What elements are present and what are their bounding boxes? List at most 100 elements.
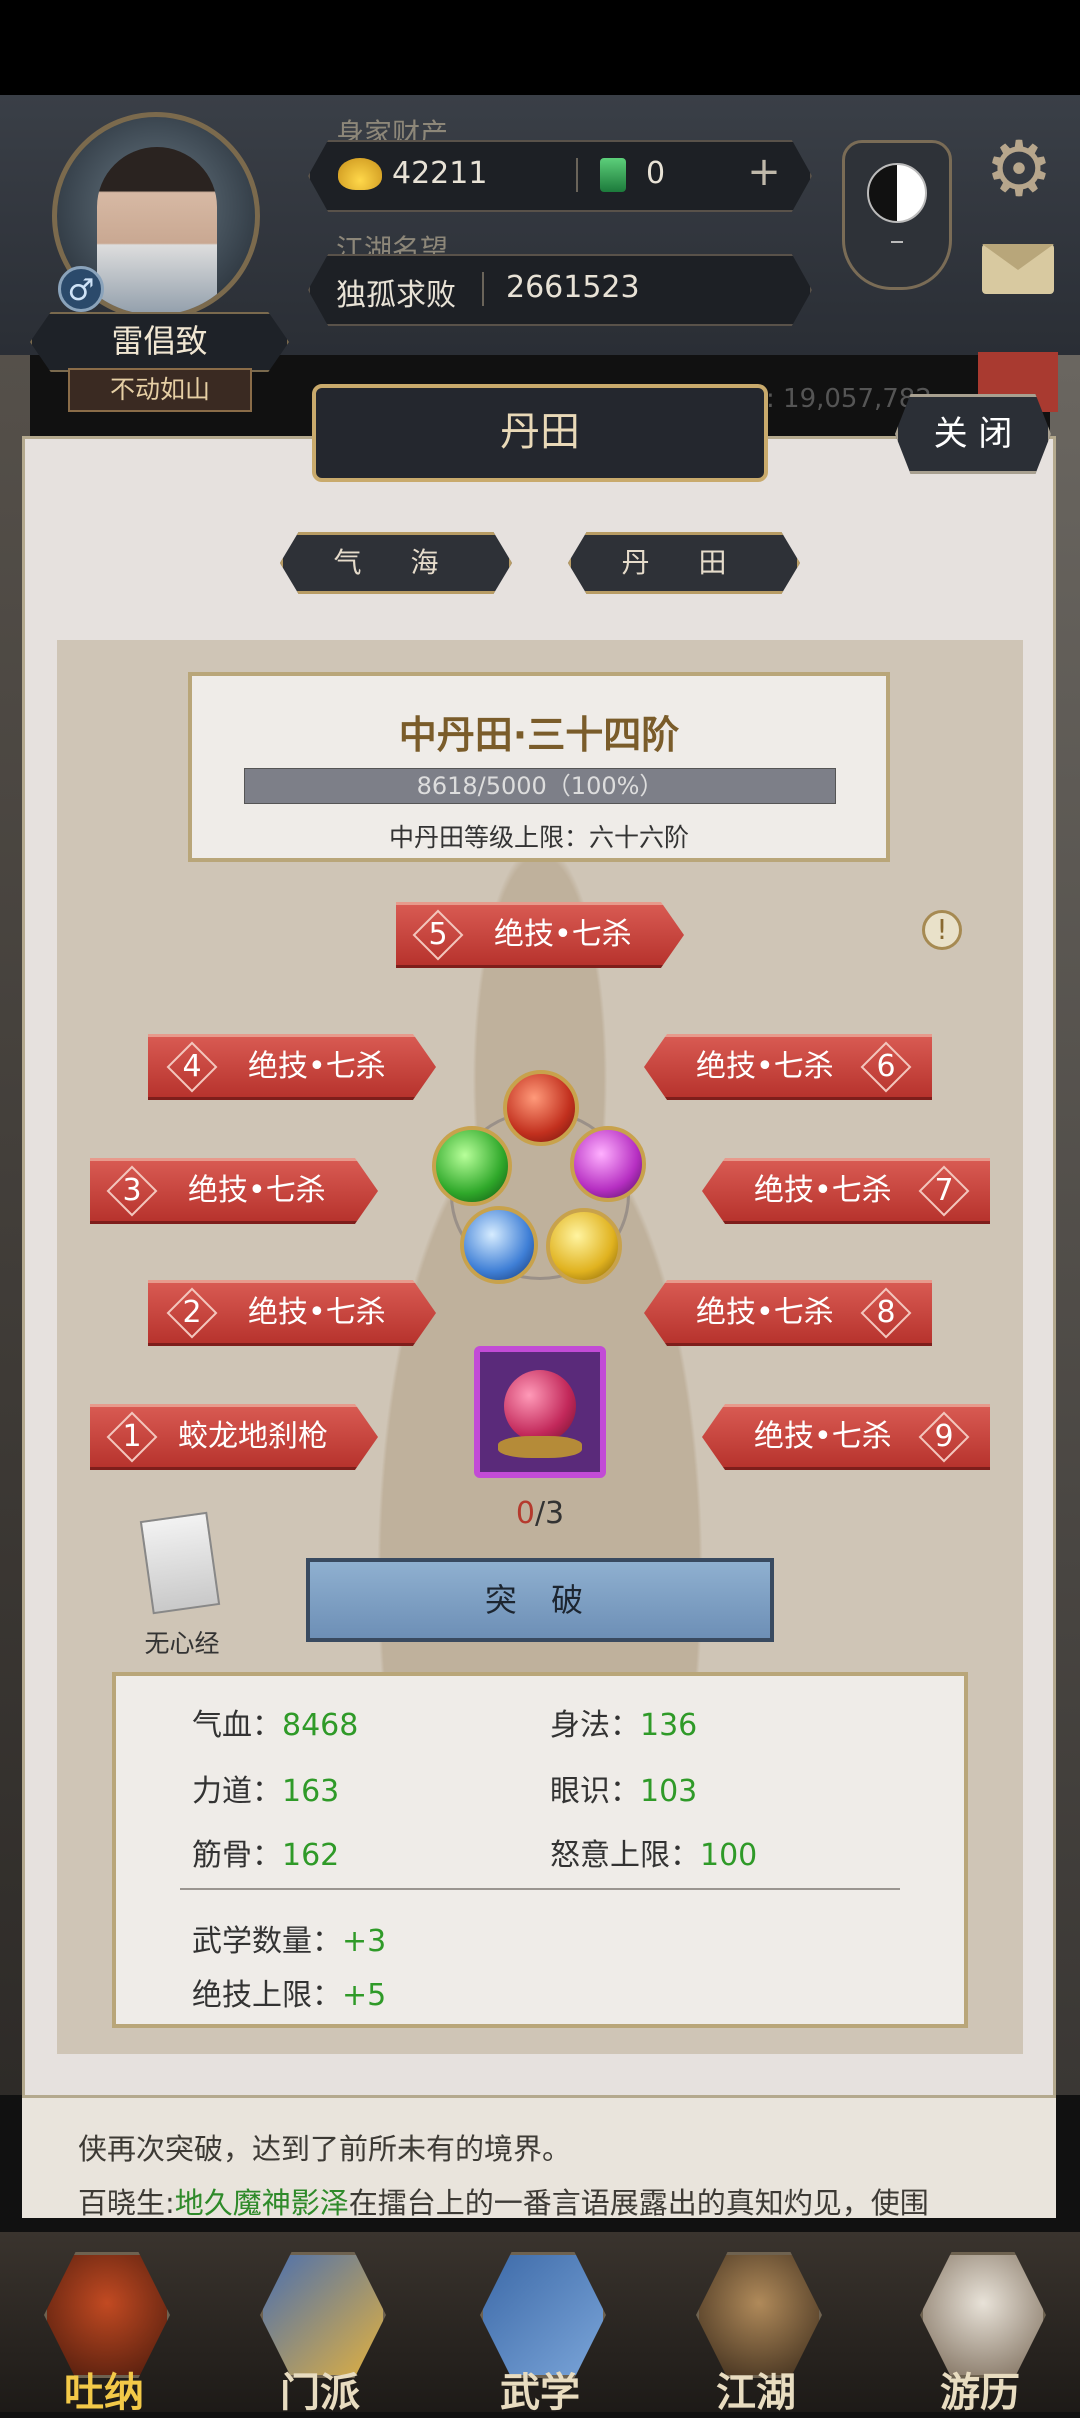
nav-menpai[interactable]: 门派: [240, 2252, 400, 2416]
nav-jianghu[interactable]: 江湖: [676, 2252, 836, 2416]
skill-name: 绝技•七杀: [754, 1419, 892, 1454]
scripture-label: 无心经: [144, 1629, 220, 1658]
pill-count-total: /3: [534, 1496, 565, 1531]
purple-gem-icon[interactable]: [570, 1126, 646, 1202]
water-gem-icon[interactable]: [460, 1206, 538, 1284]
warning-icon[interactable]: !: [922, 910, 962, 950]
stat-label: 身法：: [550, 1708, 640, 1743]
stat-nuyi: 怒意上限：100: [550, 1830, 757, 1874]
stat-label: 绝技上限：: [192, 1978, 342, 2013]
book-cover: [139, 1511, 221, 1615]
breakthrough-pill-slot[interactable]: [474, 1346, 606, 1478]
reputation-value: 2661523: [506, 270, 640, 305]
gold-ingot-icon: [338, 158, 382, 190]
pill-counter: 0/3: [470, 1496, 610, 1531]
log-text: 在擂台上的一番言语展露出的真知灼见，使围: [348, 2186, 929, 2220]
level-title: 中丹田·三十四阶: [398, 713, 680, 757]
stat-qixue: 气血：8468: [192, 1700, 358, 1744]
skill-slot-4[interactable]: 4 绝技•七杀: [148, 1034, 436, 1100]
breakthrough-button[interactable]: 突 破: [306, 1558, 774, 1642]
background-info-text: 生: 19,057,782: [740, 384, 932, 414]
nav-label: 游历: [940, 2369, 1020, 2416]
nav-label: 江湖: [716, 2369, 796, 2416]
stat-jingu: 筋骨：162: [192, 1830, 339, 1874]
add-currency-button[interactable]: +: [742, 150, 786, 194]
level-cap-text: 中丹田等级上限：六十六阶: [388, 823, 689, 852]
skill-slot-5[interactable]: 5 绝技•七杀: [396, 902, 684, 968]
tab-qihai[interactable]: 气 海: [280, 532, 512, 594]
stats-card: 气血：8468 身法：136 力道：163 眼识：103 筋骨：162 怒意上限…: [112, 1672, 968, 2028]
yin-yang-icon: [867, 163, 927, 223]
player-name: 雷倡致: [30, 312, 289, 372]
stat-wuxue-count: 武学数量：+3: [192, 1916, 386, 1960]
stat-yanshi: 眼识：103: [550, 1766, 697, 1810]
skill-slot-2[interactable]: 2 绝技•七杀: [148, 1280, 436, 1346]
event-log: 侠再次突破，达到了前所未有的境界。 百晓生:地久魔神影泽在擂台上的一番言语展露出…: [22, 2098, 1056, 2220]
nav-label: 门派: [280, 2369, 360, 2416]
stat-label: 武学数量：: [192, 1924, 342, 1959]
slot-number: 4: [182, 1049, 202, 1084]
stat-shenfa: 身法：136: [550, 1700, 697, 1744]
tab-dantian[interactable]: 丹 田: [568, 532, 800, 594]
panel-title: 丹田: [312, 384, 768, 482]
stat-value: +3: [342, 1924, 387, 1959]
jade-icon: [600, 158, 626, 192]
stat-label: 筋骨：: [192, 1838, 282, 1873]
stat-value: 136: [640, 1708, 698, 1743]
gender-male-icon: ♂: [58, 266, 104, 312]
wood-gem-icon[interactable]: [432, 1126, 512, 1206]
skill-slot-9[interactable]: 绝技•七杀 9: [702, 1404, 990, 1470]
log-player-name[interactable]: 地久魔神影泽: [175, 2186, 349, 2220]
skill-name: 绝技•七杀: [494, 917, 632, 952]
skill-name: 绝技•七杀: [696, 1295, 834, 1330]
skill-name: 绝技•七杀: [248, 1295, 386, 1330]
stat-value: 8468: [282, 1708, 359, 1743]
skill-name: 绝技•七杀: [696, 1049, 834, 1084]
skill-name: 绝技•七杀: [188, 1173, 326, 1208]
player-title: 不动如山: [68, 368, 252, 412]
taiji-emblem[interactable]: [842, 140, 952, 290]
slot-number: 5: [428, 917, 448, 952]
avatar-portrait: [97, 147, 217, 315]
level-card: 中丹田·三十四阶 8618/5000（100%） 中丹田等级上限：六十六阶: [188, 672, 890, 862]
slot-number: 3: [122, 1173, 142, 1208]
skill-slot-8[interactable]: 绝技•七杀 8: [644, 1280, 932, 1346]
jade-amount: 0: [646, 156, 666, 191]
stat-value: 103: [640, 1774, 698, 1809]
skill-name: 绝技•七杀: [754, 1173, 892, 1208]
skill-slot-3[interactable]: 3 绝技•七杀: [90, 1158, 378, 1224]
pill-icon: [504, 1370, 576, 1442]
close-button[interactable]: 关 闭: [895, 394, 1051, 474]
skill-slot-1[interactable]: 1 蛟龙地刹枪: [90, 1404, 378, 1470]
skill-name: 绝技•七杀: [248, 1049, 386, 1084]
stat-value: 162: [282, 1838, 340, 1873]
skill-name: 蛟龙地刹枪: [178, 1419, 328, 1454]
skill-slot-6[interactable]: 绝技•七杀 6: [644, 1034, 932, 1100]
slot-number: 7: [934, 1173, 954, 1208]
status-bar: [0, 0, 1080, 95]
skill-slot-7[interactable]: 绝技•七杀 7: [702, 1158, 990, 1224]
wealth-divider: [576, 158, 578, 192]
log-line: 百晓生:地久魔神影泽在擂台上的一番言语展露出的真知灼见，使围: [78, 2180, 929, 2222]
scripture-book-icon[interactable]: [128, 1511, 234, 1616]
level-progress-bar: 8618/5000（100%）: [244, 768, 836, 804]
gold-gem-icon[interactable]: [546, 1208, 622, 1284]
slot-number: 2: [182, 1295, 202, 1330]
gear-icon[interactable]: ⚙: [978, 128, 1060, 210]
nav-tuna[interactable]: 吐纳: [24, 2252, 184, 2416]
stat-value: 163: [282, 1774, 340, 1809]
stat-label: 眼识：: [550, 1774, 640, 1809]
stat-label: 力道：: [192, 1774, 282, 1809]
mail-icon[interactable]: [982, 244, 1054, 294]
log-line: 侠再次突破，达到了前所未有的境界。: [78, 2132, 572, 2166]
gold-amount: 42211: [392, 156, 488, 191]
nav-youli[interactable]: 游历: [900, 2252, 1060, 2416]
stat-value: 100: [700, 1838, 758, 1873]
pill-count-current: 0: [515, 1496, 535, 1531]
slot-number: 6: [876, 1049, 896, 1084]
stats-divider: [180, 1888, 900, 1890]
fire-gem-icon[interactable]: [503, 1070, 579, 1146]
slot-number: 9: [934, 1419, 954, 1454]
nav-wuxue[interactable]: 武学: [460, 2252, 620, 2416]
taiji-dash: [891, 241, 903, 243]
